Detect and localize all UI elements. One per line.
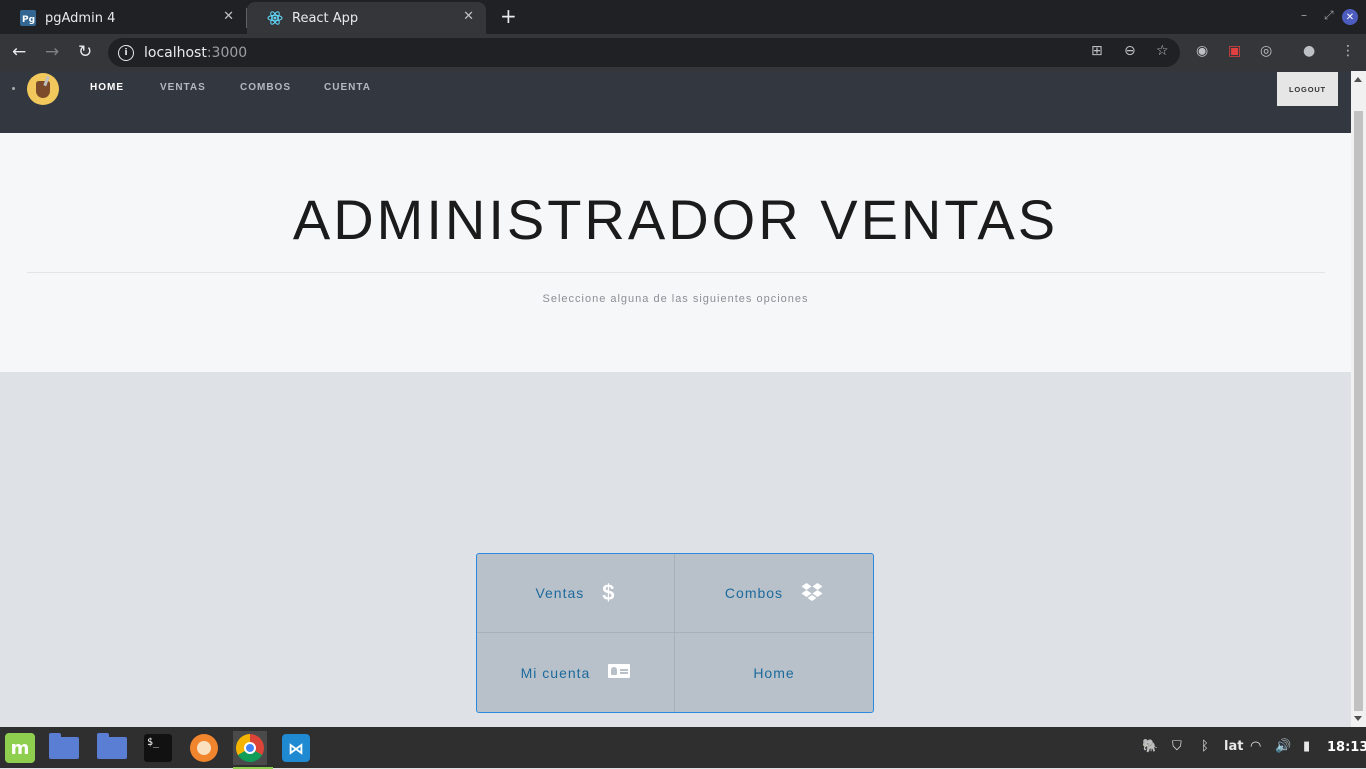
os-taskbar: m $_ ⋈ 🐘 ⛉ ᛒ lat ◠ 🔊 ▮ 18:13 [0, 727, 1366, 769]
page-title: ADMINISTRADOR VENTAS [292, 188, 1059, 251]
browser-toolbar: ← → ↻ i localhost:3000 ⊞ ⊖ ☆ ◉ ▣ ◎ ● ⋮ [0, 34, 1366, 71]
option-home[interactable]: Home [675, 633, 873, 712]
page-scrollbar[interactable] [1351, 71, 1366, 727]
extension-icon[interactable]: ◎ [1260, 43, 1272, 59]
shield-icon[interactable]: ⛉ [1172, 739, 1182, 754]
minimize-icon[interactable]: – [1301, 8, 1307, 22]
extension-icon[interactable]: ▣ [1228, 43, 1241, 59]
dropbox-icon [801, 582, 823, 605]
postgres-tray-icon[interactable]: 🐘 [1142, 739, 1158, 754]
bookmark-star-icon[interactable]: ☆ [1156, 43, 1169, 59]
volume-icon[interactable]: 🔊 [1275, 739, 1291, 754]
scrollbar-thumb[interactable] [1354, 111, 1363, 711]
file-manager-icon[interactable] [95, 731, 129, 765]
firefox-icon[interactable] [187, 731, 221, 765]
options-grid: Ventas $ Combos Mi cuenta Home [476, 553, 874, 713]
option-label: Ventas [535, 585, 585, 601]
nav-home[interactable]: HOME [90, 82, 124, 93]
app-navbar: HOME VENTAS COMBOS CUENTA LOGOUT [0, 71, 1351, 133]
restore-icon[interactable]: ⤢ [1324, 8, 1334, 23]
page-subtitle: Seleccione alguna de las siguientes opci… [542, 293, 809, 305]
profile-avatar-icon[interactable]: ● [1303, 43, 1315, 59]
nav-ventas[interactable]: VENTAS [160, 82, 206, 93]
mint-menu-icon[interactable]: m [3, 731, 37, 765]
nav-cuenta[interactable]: CUENTA [324, 82, 371, 93]
option-label: Mi cuenta [520, 664, 591, 681]
battery-icon[interactable]: ▮ [1303, 739, 1310, 754]
keyboard-layout[interactable]: lat [1224, 739, 1243, 754]
translate-icon[interactable]: ⊞ [1091, 43, 1103, 59]
show-desktop-icon[interactable] [47, 731, 81, 765]
hero-section: ADMINISTRADOR VENTAS Seleccione alguna d… [0, 133, 1351, 372]
vscode-icon[interactable]: ⋈ [279, 731, 313, 765]
tab-label: pgAdmin 4 [45, 10, 116, 26]
site-info-icon[interactable]: i [118, 44, 134, 61]
option-label: Combos [724, 585, 784, 601]
pgadmin-icon: Pg [20, 10, 36, 26]
wifi-icon[interactable]: ◠ [1250, 739, 1261, 754]
tab-pgadmin[interactable]: Pg pgAdmin 4 ✕ [0, 2, 246, 34]
dollar-icon: $ [602, 580, 616, 605]
svg-text:Pg: Pg [22, 15, 35, 25]
reload-icon[interactable]: ↻ [78, 42, 92, 62]
scroll-down-icon[interactable] [1354, 716, 1362, 721]
terminal-icon[interactable]: $_ [141, 731, 175, 765]
chrome-icon[interactable] [233, 731, 273, 769]
tab-label: React App [292, 10, 359, 26]
logo-mate-icon[interactable] [27, 73, 59, 105]
close-tab-icon[interactable]: ✕ [463, 9, 474, 24]
nav-dot [12, 87, 15, 90]
bluetooth-icon[interactable]: ᛒ [1201, 739, 1209, 754]
browser-tab-strip: Pg pgAdmin 4 ✕ React App ✕ + – ⤢ ✕ [0, 0, 1366, 34]
option-ventas[interactable]: Ventas $ [477, 554, 675, 633]
back-icon[interactable]: ← [12, 42, 26, 62]
option-combos[interactable]: Combos [675, 554, 873, 633]
url-host: localhost [144, 44, 207, 61]
scroll-up-icon[interactable] [1354, 77, 1362, 82]
new-tab-button[interactable]: + [500, 6, 517, 26]
close-tab-icon[interactable]: ✕ [223, 9, 234, 24]
web-page: HOME VENTAS COMBOS CUENTA LOGOUT ADMINIS… [0, 71, 1351, 727]
clock[interactable]: 18:13 [1327, 740, 1366, 755]
forward-icon[interactable]: → [45, 42, 59, 62]
zoom-icon[interactable]: ⊖ [1124, 43, 1136, 59]
logout-button[interactable]: LOGOUT [1277, 72, 1338, 106]
url-port: :3000 [206, 44, 248, 61]
menu-kebab-icon[interactable]: ⋮ [1341, 43, 1355, 59]
nav-combos[interactable]: COMBOS [240, 82, 291, 93]
address-url: localhost:3000 [144, 45, 247, 61]
id-card-icon [608, 664, 631, 681]
divider [27, 272, 1325, 273]
address-bar[interactable]: i localhost:3000 [108, 38, 1180, 67]
option-label: Home [753, 664, 795, 681]
react-icon [267, 10, 283, 26]
option-mi-cuenta[interactable]: Mi cuenta [477, 633, 675, 712]
window-close-icon[interactable]: ✕ [1342, 9, 1358, 25]
extension-icon[interactable]: ◉ [1196, 43, 1208, 59]
tab-react-app[interactable]: React App ✕ [247, 2, 486, 34]
